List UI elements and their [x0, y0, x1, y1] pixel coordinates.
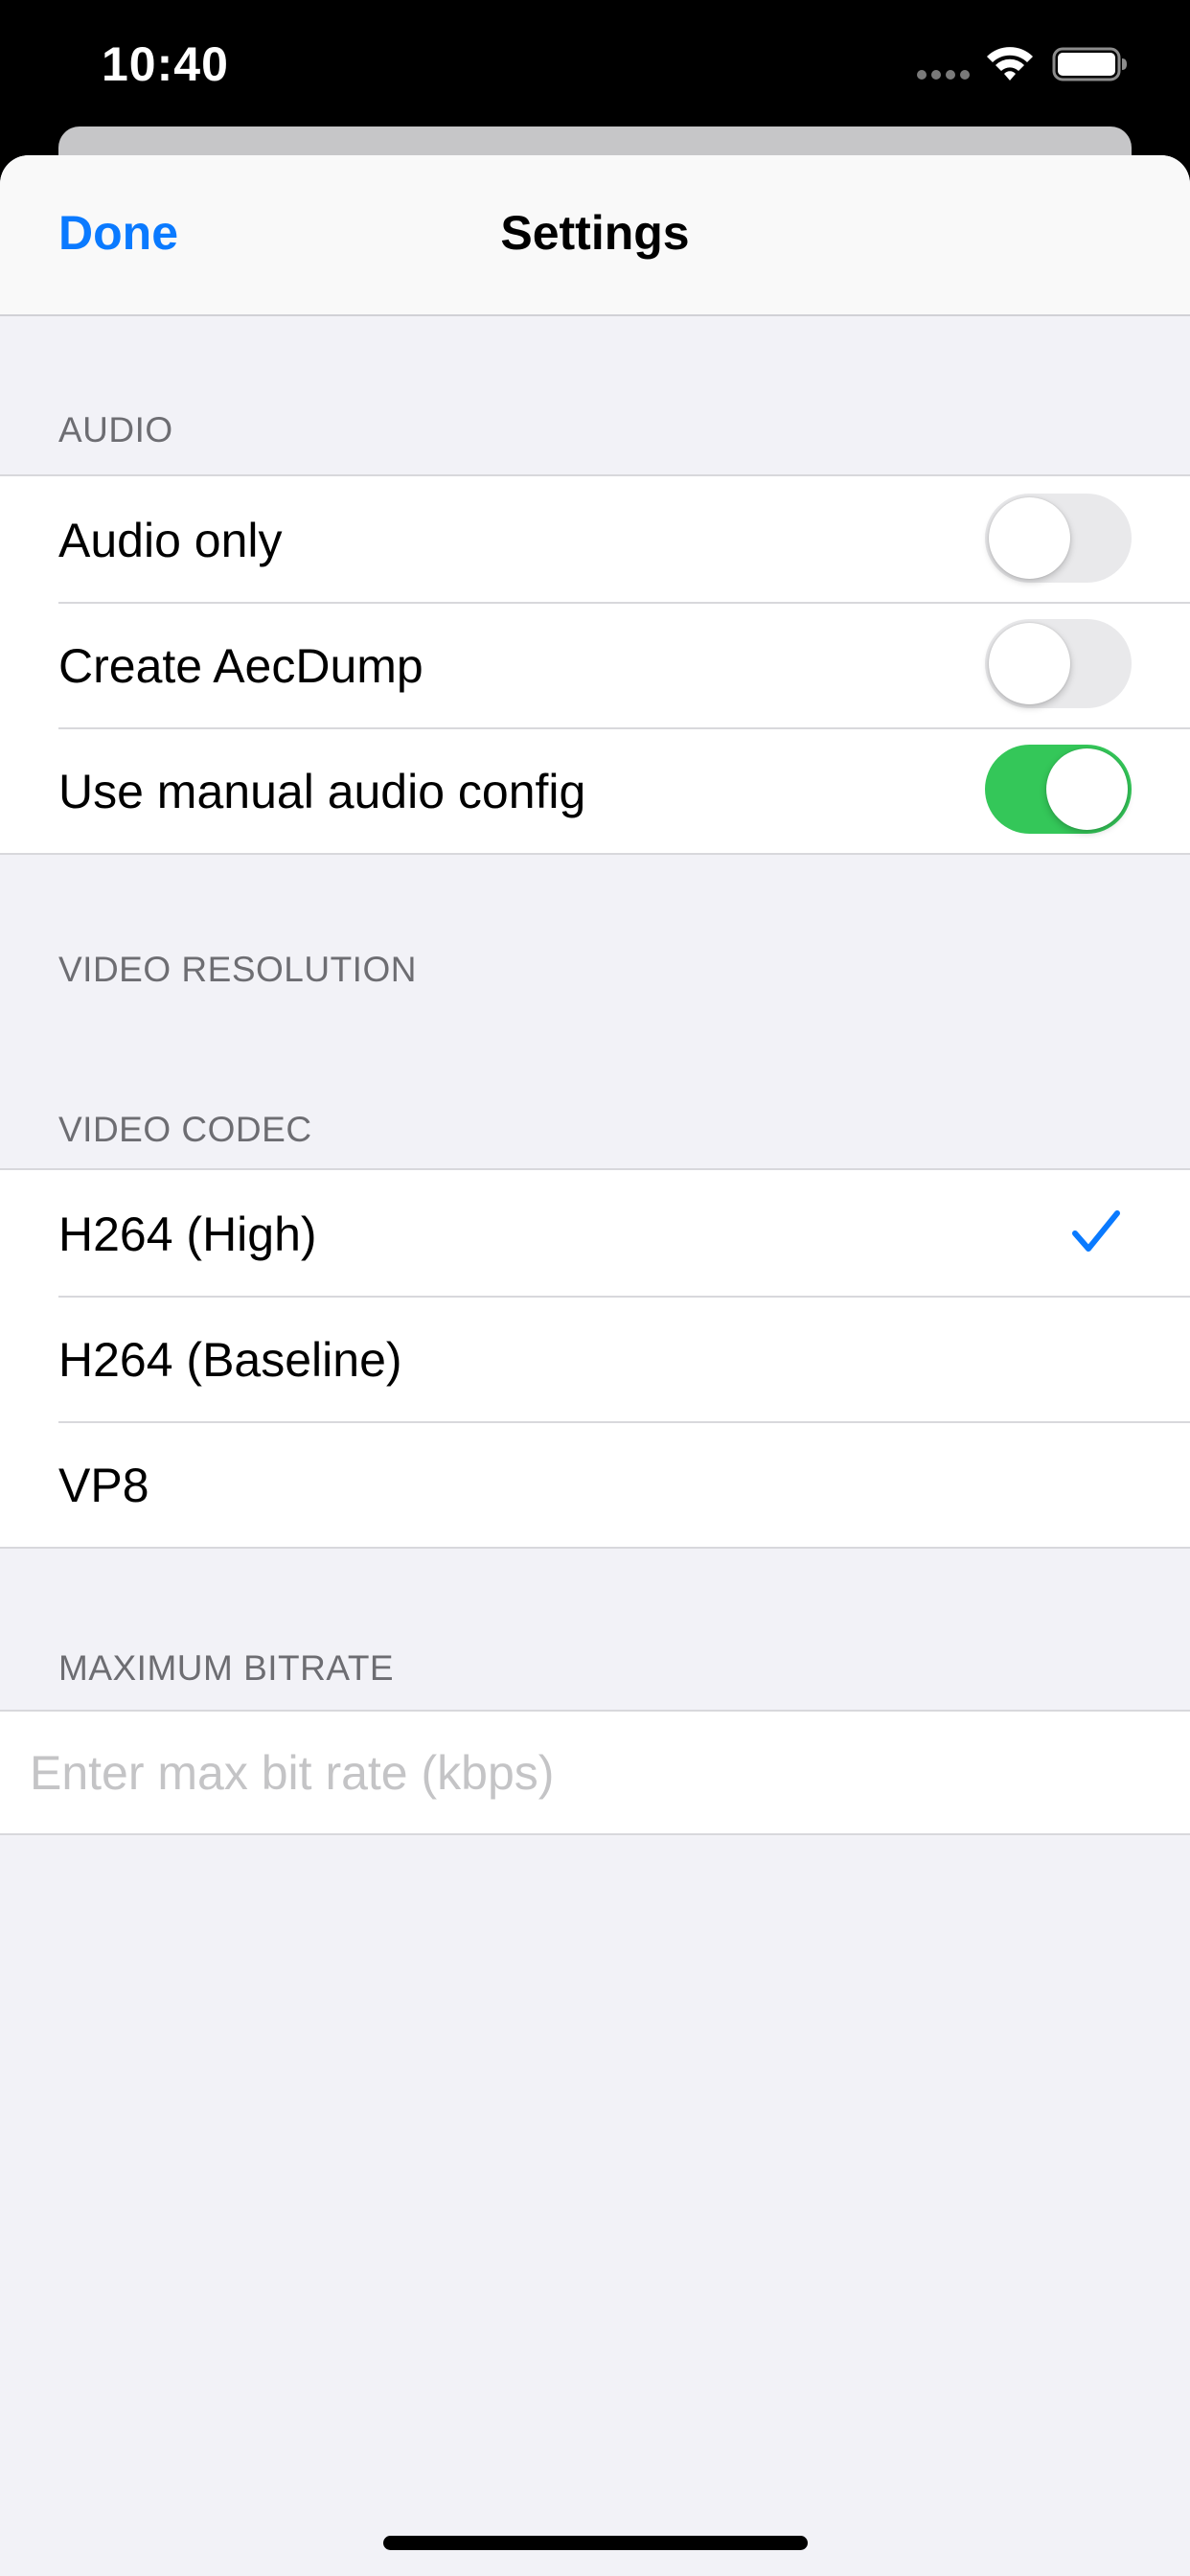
audio-only-toggle[interactable] [985, 494, 1132, 583]
manual-audio-config-label: Use manual audio config [58, 765, 586, 818]
manual-audio-config-toggle[interactable] [985, 745, 1132, 834]
codec-vp8-label: VP8 [58, 1459, 149, 1512]
page-title: Settings [500, 206, 690, 260]
create-aecdump-label: Create AecDump [58, 639, 423, 693]
section-header-max-bitrate: MAXIMUM BITRATE [58, 1648, 395, 1688]
settings-sheet: Done Settings AUDIO Audio only Create Ae… [0, 155, 1190, 2576]
audio-only-row: Audio only [0, 476, 1190, 602]
status-bar: 10:40 [0, 0, 1190, 134]
max-bitrate-input[interactable] [0, 1712, 1190, 1833]
cellular-signal-icon [917, 70, 971, 80]
status-time: 10:40 [102, 37, 229, 91]
codec-h264-high-row[interactable]: H264 (High) [0, 1170, 1190, 1296]
create-aecdump-row: Create AecDump [0, 602, 1190, 727]
codec-h264-high-label: H264 (High) [58, 1208, 317, 1261]
toggle-knob [989, 497, 1070, 579]
audio-group: Audio only Create AecDump Use manual aud… [0, 474, 1190, 855]
section-header-video-codec: VIDEO CODEC [58, 1110, 312, 1149]
manual-audio-config-row: Use manual audio config [0, 727, 1190, 853]
codec-vp8-row[interactable]: VP8 [0, 1421, 1190, 1547]
checkmark-icon [1072, 1210, 1120, 1252]
section-header-audio: AUDIO [58, 410, 173, 449]
max-bitrate-group [0, 1710, 1190, 1835]
wifi-icon [987, 47, 1033, 80]
codec-h264-baseline-label: H264 (Baseline) [58, 1333, 402, 1387]
navigation-bar: Done Settings [0, 155, 1190, 316]
settings-screen: 10:40 Done Settings AUDIO Audio only Cre… [0, 0, 1190, 2576]
codec-h264-baseline-row[interactable]: H264 (Baseline) [0, 1296, 1190, 1421]
section-header-video-resolution: VIDEO RESOLUTION [58, 950, 417, 989]
toggle-knob [989, 623, 1070, 704]
create-aecdump-toggle[interactable] [985, 619, 1132, 708]
home-indicator [383, 2536, 808, 2550]
audio-only-label: Audio only [58, 514, 283, 567]
video-codec-group: H264 (High) H264 (Baseline) VP8 [0, 1168, 1190, 1549]
toggle-knob [1046, 748, 1128, 830]
battery-icon [1052, 47, 1127, 81]
